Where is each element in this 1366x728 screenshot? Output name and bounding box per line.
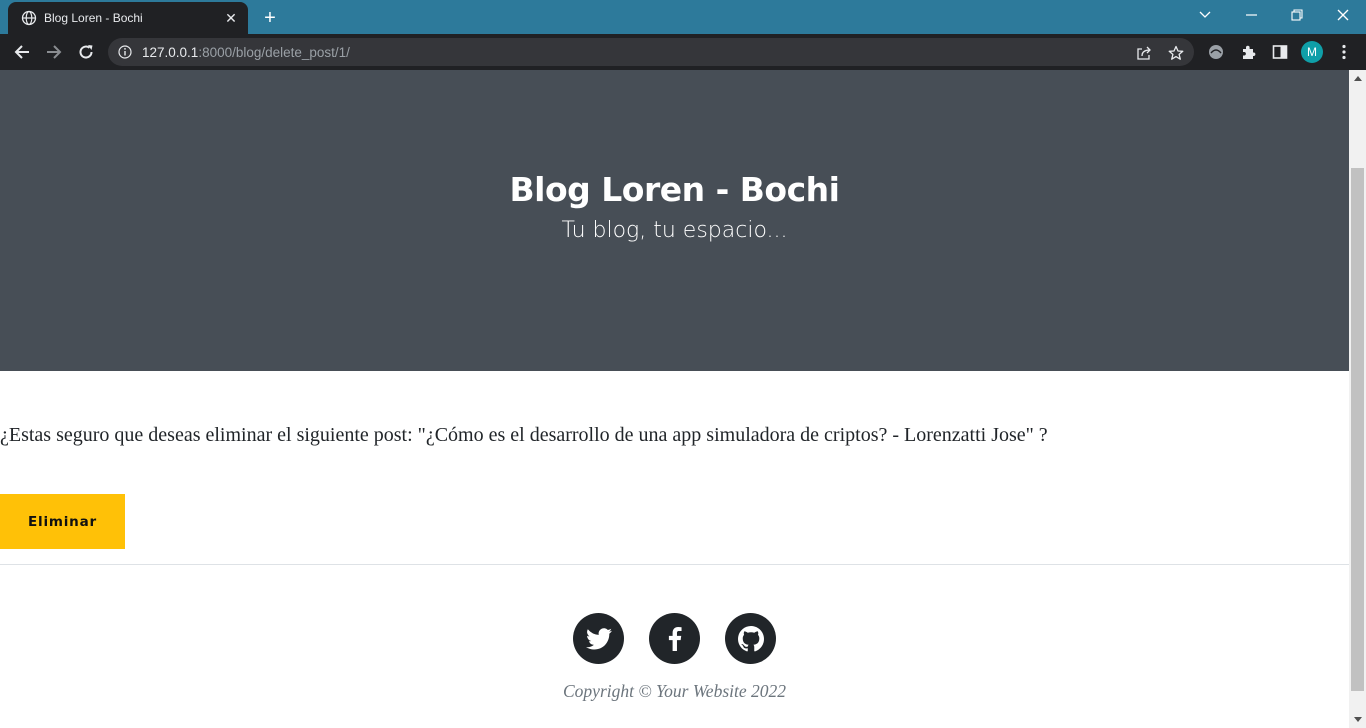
page-scrollbar[interactable] — [1349, 70, 1366, 728]
facebook-link[interactable] — [649, 613, 700, 664]
delete-button[interactable]: Eliminar — [0, 494, 125, 549]
restore-icon[interactable] — [1274, 0, 1320, 30]
share-icon[interactable] — [1135, 44, 1153, 62]
minimize-icon[interactable] — [1228, 0, 1274, 30]
close-window-icon[interactable] — [1320, 0, 1366, 30]
globe-icon — [21, 10, 37, 26]
address-bar[interactable]: 127.0.0.1:8000/blog/delete_post/1/ — [108, 38, 1194, 66]
url-path: :8000/blog/delete_post/1/ — [198, 45, 350, 60]
page-viewport: Blog Loren - Bochi Tu blog, tu espacio..… — [0, 70, 1349, 728]
tab-search-icon[interactable] — [1182, 0, 1228, 30]
facebook-icon — [668, 626, 682, 651]
extension-icon[interactable] — [1206, 42, 1226, 62]
tab-title: Blog Loren - Bochi — [44, 11, 143, 25]
browser-tab[interactable]: Blog Loren - Bochi ✕ — [8, 2, 248, 34]
footer-divider — [0, 564, 1349, 565]
browser-toolbar: 127.0.0.1:8000/blog/delete_post/1/ M — [0, 34, 1366, 70]
reload-icon[interactable] — [73, 39, 99, 65]
forward-icon[interactable] — [41, 39, 67, 65]
url-text[interactable]: 127.0.0.1:8000/blog/delete_post/1/ — [142, 45, 350, 60]
github-icon — [737, 625, 764, 651]
profile-avatar[interactable]: M — [1301, 41, 1323, 63]
delete-confirmation-text: ¿Estas seguro que deseas eliminar el sig… — [0, 424, 1048, 446]
site-title: Blog Loren - Bochi — [509, 170, 840, 209]
extensions-puzzle-icon[interactable] — [1238, 42, 1258, 62]
masthead: Blog Loren - Bochi Tu blog, tu espacio..… — [0, 70, 1349, 371]
menu-kebab-icon[interactable] — [1334, 42, 1354, 62]
github-link[interactable] — [725, 613, 776, 664]
side-panel-icon[interactable] — [1270, 42, 1290, 62]
back-icon[interactable] — [9, 39, 35, 65]
scroll-down-arrow-icon[interactable] — [1349, 711, 1366, 728]
twitter-link[interactable] — [573, 613, 624, 664]
close-tab-icon[interactable]: ✕ — [222, 9, 240, 27]
site-subtitle: Tu blog, tu espacio... — [561, 218, 788, 243]
scroll-up-arrow-icon[interactable] — [1349, 70, 1366, 87]
twitter-icon — [585, 627, 612, 650]
browser-tab-strip: Blog Loren - Bochi ✕ + — [0, 0, 1366, 34]
new-tab-button[interactable]: + — [258, 6, 282, 30]
url-host: 127.0.0.1 — [142, 45, 199, 60]
scrollbar-thumb[interactable] — [1351, 168, 1364, 691]
info-icon[interactable] — [118, 45, 132, 59]
copyright-text: Copyright © Your Website 2022 — [563, 681, 786, 701]
bookmark-star-icon[interactable] — [1167, 44, 1185, 62]
